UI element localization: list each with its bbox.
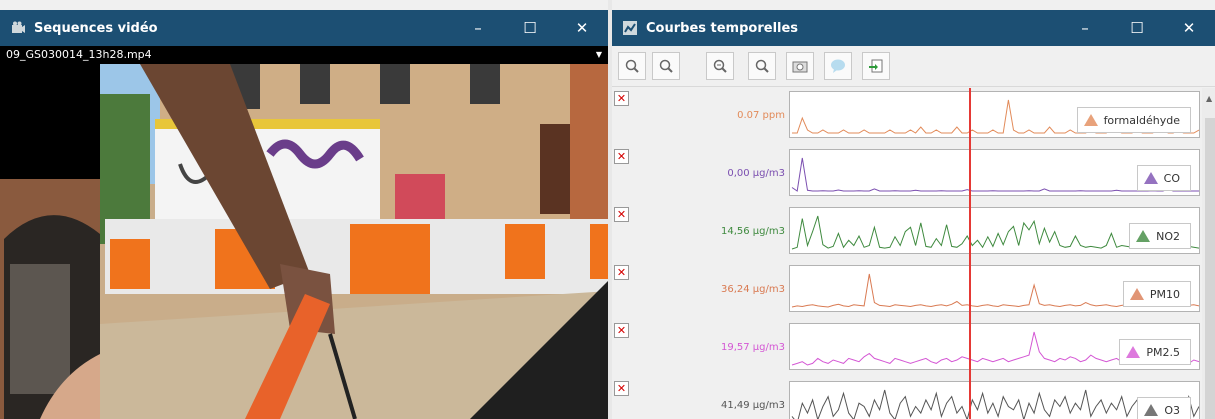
video-window: Sequences vidéo – ☐ ✕ 09_GS030014_13h28.… bbox=[0, 0, 608, 419]
series-name: NO2 bbox=[1156, 229, 1180, 243]
curves-window: Courbes temporelles – ☐ ✕ ✕ 0.07 ppm forma… bbox=[608, 0, 1215, 419]
close-button[interactable]: ✕ bbox=[1163, 10, 1215, 46]
delete-curve-button[interactable]: ✕ bbox=[614, 91, 629, 106]
curve-row: ✕ 0.07 ppm formaldéhyde bbox=[612, 88, 1202, 142]
triangle-icon bbox=[1083, 114, 1098, 126]
legend: O3 bbox=[1137, 397, 1191, 419]
export-icon[interactable] bbox=[862, 52, 890, 80]
curves-window-title: Courbes temporelles bbox=[646, 20, 799, 36]
series-name: PM10 bbox=[1149, 287, 1180, 301]
triangle-icon bbox=[1129, 288, 1144, 300]
delete-curve-button[interactable]: ✕ bbox=[614, 323, 629, 338]
minimize-button[interactable]: – bbox=[1059, 10, 1111, 46]
legend: formaldéhyde bbox=[1076, 107, 1191, 133]
maximize-button[interactable]: ☐ bbox=[1111, 10, 1163, 46]
curve-plot[interactable]: formaldéhyde bbox=[789, 91, 1200, 138]
snapshot-icon[interactable] bbox=[786, 52, 814, 80]
maximize-button[interactable]: ☐ bbox=[504, 10, 556, 46]
legend: PM10 bbox=[1122, 281, 1191, 307]
series-name: O3 bbox=[1164, 403, 1180, 417]
delete-curve-button[interactable]: ✕ bbox=[614, 149, 629, 164]
video-camera-icon bbox=[8, 18, 28, 38]
chart-icon bbox=[620, 18, 640, 38]
delete-curve-button[interactable]: ✕ bbox=[614, 265, 629, 280]
curve-row: ✕ 36,24 µg/m3 PM10 bbox=[612, 262, 1202, 316]
current-value: 0.07 ppm bbox=[737, 110, 785, 121]
legend: CO bbox=[1136, 165, 1191, 191]
curve-plot[interactable]: CO bbox=[789, 149, 1200, 196]
minimize-button[interactable]: – bbox=[452, 10, 504, 46]
legend: PM2.5 bbox=[1119, 339, 1191, 365]
triangle-icon bbox=[1144, 404, 1159, 416]
video-titlebar[interactable]: Sequences vidéo – ☐ ✕ bbox=[0, 10, 608, 46]
delete-curve-button[interactable]: ✕ bbox=[614, 207, 629, 222]
triangle-icon bbox=[1136, 230, 1151, 242]
current-value: 0,00 µg/m3 bbox=[727, 168, 785, 179]
video-window-title: Sequences vidéo bbox=[34, 20, 158, 36]
series-name: CO bbox=[1163, 171, 1180, 185]
chevron-down-icon[interactable]: ▼ bbox=[596, 46, 602, 64]
zoom-area-icon[interactable] bbox=[706, 52, 734, 80]
zoom-out-icon[interactable] bbox=[652, 52, 680, 80]
vertical-scrollbar[interactable]: ▲ bbox=[1202, 88, 1215, 419]
curves-titlebar[interactable]: Courbes temporelles – ☐ ✕ bbox=[612, 10, 1215, 46]
comment-icon[interactable] bbox=[824, 52, 852, 80]
series-name: PM2.5 bbox=[1146, 345, 1180, 359]
current-value: 36,24 µg/m3 bbox=[721, 284, 785, 295]
file-selector[interactable]: 09_GS030014_13h28.mp4 ▼ bbox=[0, 46, 608, 64]
zoom-reset-icon[interactable] bbox=[748, 52, 776, 80]
series-name: formaldéhyde bbox=[1103, 113, 1180, 127]
close-button[interactable]: ✕ bbox=[556, 10, 608, 46]
scroll-up-icon[interactable]: ▲ bbox=[1206, 94, 1212, 103]
delete-curve-button[interactable]: ✕ bbox=[614, 381, 629, 396]
curve-row: ✕ 0,00 µg/m3 CO bbox=[612, 146, 1202, 200]
triangle-icon bbox=[1126, 346, 1141, 358]
curve-row: ✕ 19,57 µg/m3 PM2.5 bbox=[612, 320, 1202, 374]
curve-plot[interactable]: O3 bbox=[789, 381, 1200, 419]
curve-row: ✕ 41,49 µg/m3 O3 bbox=[612, 378, 1202, 419]
video-frame[interactable] bbox=[0, 64, 608, 419]
file-name: 09_GS030014_13h28.mp4 bbox=[6, 48, 152, 61]
time-cursor[interactable] bbox=[969, 88, 971, 419]
current-value: 19,57 µg/m3 bbox=[721, 342, 785, 353]
curve-plot[interactable]: PM10 bbox=[789, 265, 1200, 312]
triangle-icon bbox=[1143, 172, 1158, 184]
zoom-in-icon[interactable] bbox=[618, 52, 646, 80]
curves-toolbar bbox=[612, 46, 1215, 87]
curve-row: ✕ 14,56 µg/m3 NO2 bbox=[612, 204, 1202, 258]
current-value: 41,49 µg/m3 bbox=[721, 400, 785, 411]
legend: NO2 bbox=[1129, 223, 1191, 249]
curve-plot[interactable]: PM2.5 bbox=[789, 323, 1200, 370]
scroll-thumb[interactable] bbox=[1205, 118, 1215, 419]
current-value: 14,56 µg/m3 bbox=[721, 226, 785, 237]
curve-plot[interactable]: NO2 bbox=[789, 207, 1200, 254]
